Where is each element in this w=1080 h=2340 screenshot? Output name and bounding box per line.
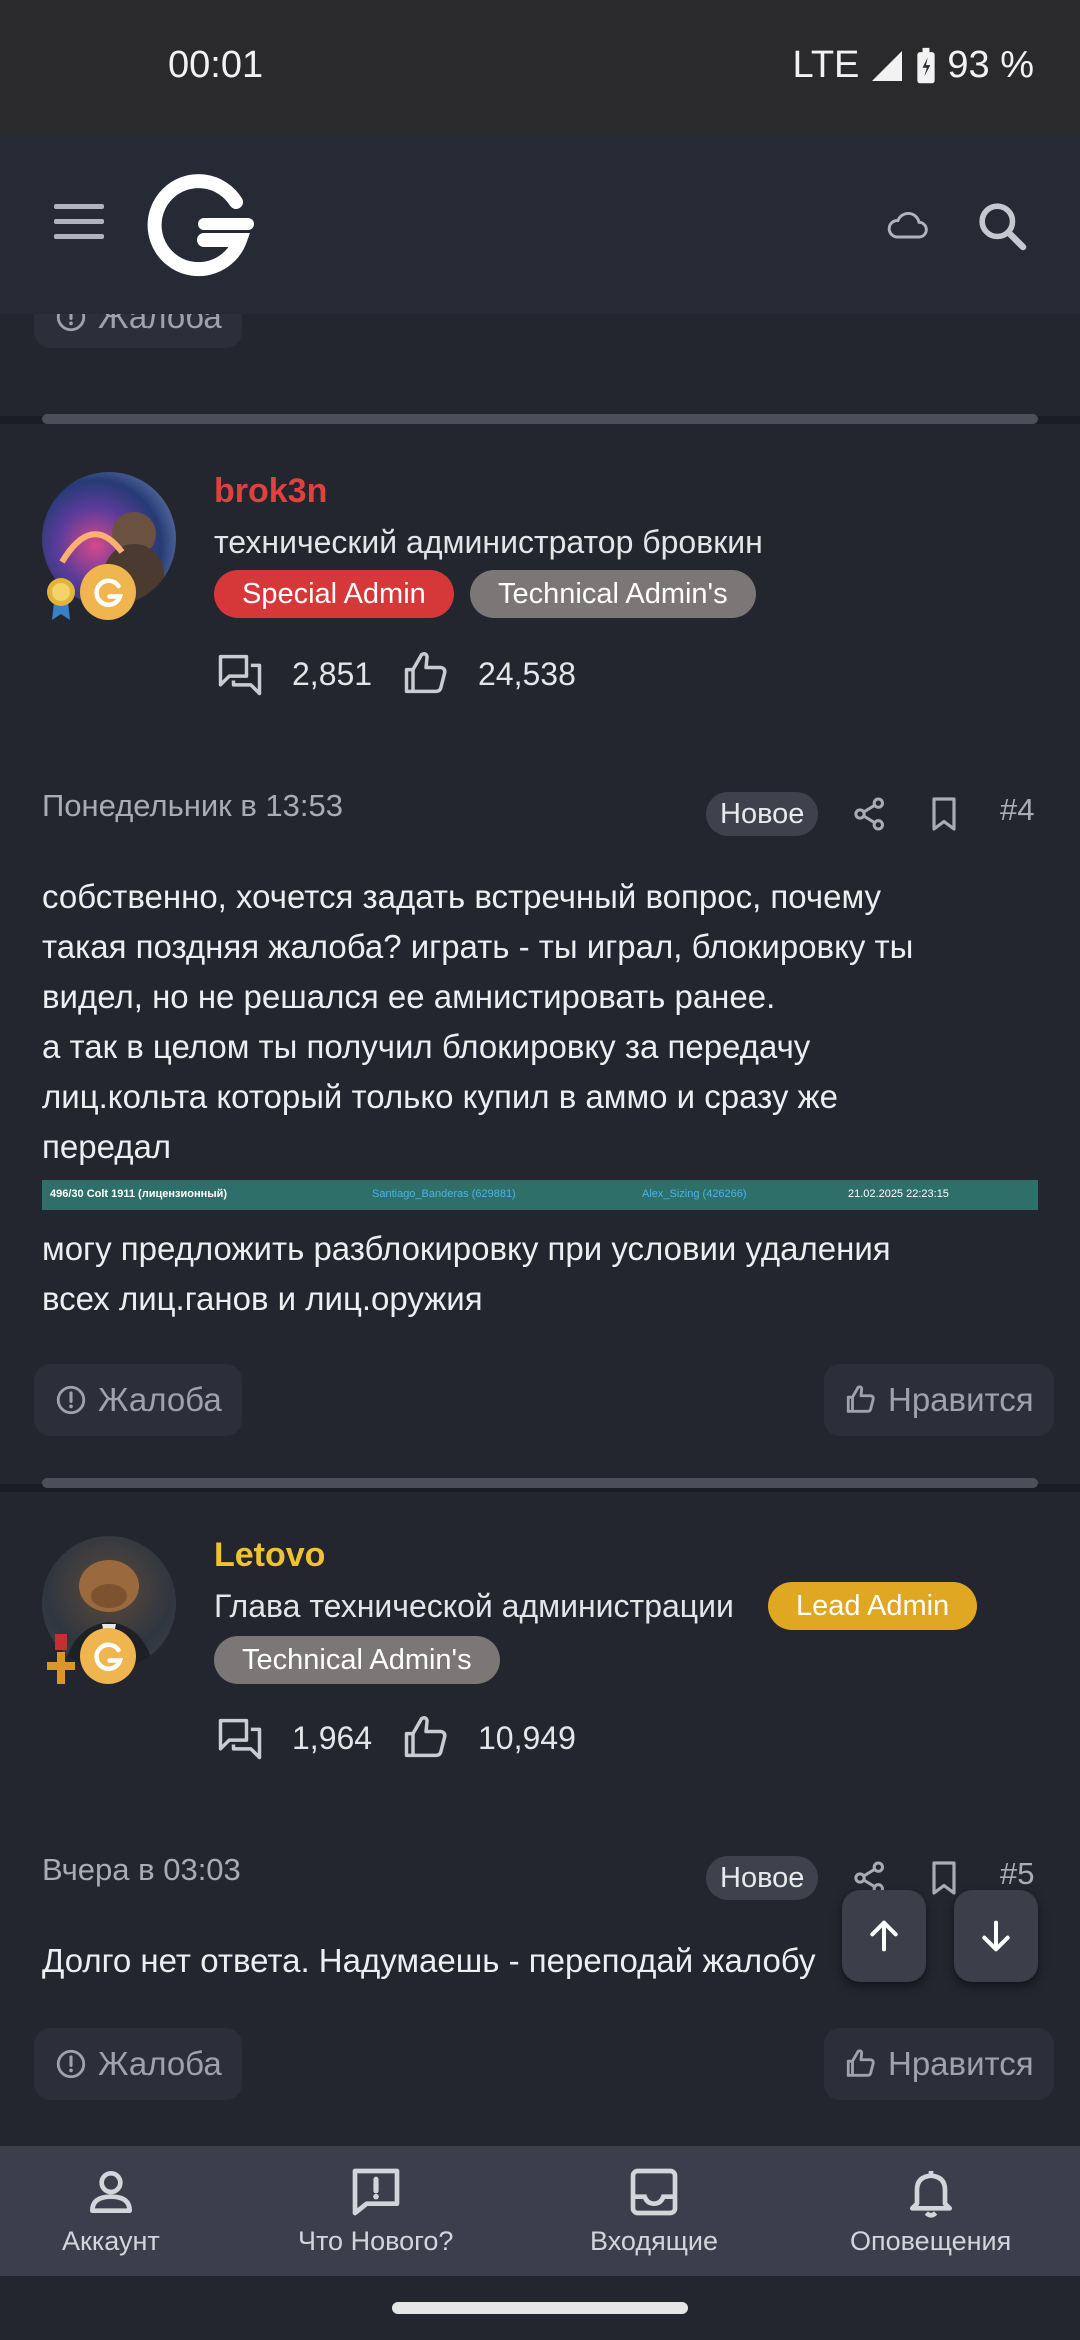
network-label: LTE: [792, 44, 860, 86]
user-tag: Special Admin: [214, 570, 454, 618]
status-right: LTE 93 %: [793, 44, 1035, 87]
post-text-line: передал: [42, 1128, 172, 1165]
thumbs-up-icon: [404, 652, 447, 694]
battery-label: 93 %: [947, 44, 1034, 86]
complaint-button[interactable]: Жалоба: [34, 2028, 242, 2100]
like-label: Нравится: [888, 2045, 1034, 2082]
gesture-handle[interactable]: [392, 2302, 688, 2314]
post-text-line: а так в целом ты получил блокировку за п…: [42, 1028, 811, 1065]
attachment-cell: Santiago_Banderas (629881): [372, 1188, 516, 1200]
share-icon[interactable]: [850, 794, 890, 834]
nav-inbox[interactable]: Входящие: [590, 2164, 718, 2257]
signal-icon: [872, 50, 903, 81]
complaint-label: Жалоба: [98, 1381, 222, 1418]
reactions-value: 24,538: [478, 655, 576, 692]
post-number[interactable]: #5: [1000, 1856, 1034, 1892]
thumbs-up-icon: [846, 2049, 875, 2077]
messages-value: 2,851: [292, 655, 373, 692]
post-text-line: собственно, хочется задать встречный воп…: [42, 878, 882, 915]
nav-account[interactable]: Аккаунт: [62, 2164, 160, 2257]
alert-circle-icon: [56, 314, 86, 332]
post-divider: [42, 414, 1038, 424]
whats-new-icon: [352, 2168, 400, 2216]
alert-circle-icon: [56, 1385, 86, 1415]
app-bar: [0, 136, 1080, 314]
nav-notifications[interactable]: Оповещения: [850, 2164, 1011, 2257]
attachment-cell: 496/30 Colt 1911 (лицензионный): [50, 1188, 228, 1200]
search-icon[interactable]: [974, 198, 1030, 254]
attachment-cell: Alex_Sizing (426266): [642, 1188, 747, 1200]
user-tag: Technical Admin's: [214, 1636, 500, 1684]
reactions-value: 10,949: [478, 1719, 576, 1756]
nav-label: Аккаунт: [62, 2226, 160, 2256]
complaint-label: Жалоба: [98, 314, 222, 335]
site-badge-icon: [80, 564, 136, 620]
post-number[interactable]: #4: [1000, 792, 1034, 828]
post-body: собственно, хочется задать встречный воп…: [42, 872, 1042, 1172]
post-text-line: могу предложить разблокировку при услови…: [42, 1230, 891, 1267]
arrow-up-icon: [870, 1920, 898, 1952]
reaction-count: 10,949: [400, 1712, 576, 1764]
like-label: Нравится: [888, 1381, 1034, 1418]
menu-icon[interactable]: [54, 204, 104, 244]
nav-label: Входящие: [590, 2226, 719, 2256]
messages-icon: [218, 654, 262, 696]
post-text-line: всех лиц.ганов и лиц.оружия: [42, 1280, 483, 1317]
battery-icon: [917, 47, 936, 83]
nav-label: Что Нового?: [298, 2226, 454, 2256]
new-badge: Новое: [706, 792, 819, 836]
messages-icon: [218, 1718, 262, 1760]
medal-icon: [47, 578, 75, 620]
reaction-count: 24,538: [400, 648, 576, 700]
new-badge: Новое: [706, 1856, 819, 1900]
user-tag: Technical Admin's: [470, 570, 756, 618]
post-divider: [42, 1478, 1038, 1488]
post-text-line: видел, но не решался ее амнистировать ра…: [42, 978, 776, 1015]
attachment-image[interactable]: 496/30 Colt 1911 (лицензионный) Santiago…: [42, 1180, 1038, 1210]
arrow-down-icon: [982, 1920, 1010, 1952]
message-count: 2,851: [214, 648, 372, 700]
cloud-icon[interactable]: [886, 204, 930, 248]
post-text-line: такая поздняя жалоба? играть - ты играл,…: [42, 928, 914, 965]
nav-label: Оповещения: [850, 2226, 1012, 2256]
username[interactable]: brok3n: [214, 472, 327, 511]
post-body-continued: могу предложить разблокировку при услови…: [42, 1224, 1042, 1324]
complaint-button[interactable]: Жалоба: [34, 314, 242, 348]
post-text-line: лиц.кольта который только купил в аммо и…: [42, 1078, 838, 1115]
user-tag: Lead Admin: [768, 1582, 978, 1630]
scroll-up-button[interactable]: [842, 1890, 926, 1982]
account-icon: [89, 2171, 132, 2213]
bottom-navigation: Аккаунт Что Нового? Входящие Оповещения: [0, 2146, 1080, 2276]
username[interactable]: Letovo: [214, 1536, 325, 1575]
user-title: технический администратор бровкин: [214, 524, 763, 560]
nav-whats-new[interactable]: Что Нового?: [298, 2164, 453, 2257]
like-button[interactable]: Нравится: [824, 1364, 1054, 1436]
gesture-area: [0, 2276, 1080, 2340]
complaint-label: Жалоба: [98, 2045, 222, 2082]
bell-icon: [909, 2171, 952, 2218]
attachment-cell: 21.02.2025 22:23:15: [848, 1188, 949, 1200]
complaint-button[interactable]: Жалоба: [34, 1364, 242, 1436]
message-count: 1,964: [214, 1712, 372, 1764]
thumbs-up-icon: [846, 1385, 875, 1413]
status-time: 00:01: [168, 44, 264, 86]
alert-circle-icon: [56, 2049, 86, 2079]
bookmark-icon[interactable]: [924, 794, 964, 834]
site-badge-icon: [80, 1628, 136, 1684]
user-title: Глава технической администрации: [214, 1588, 734, 1624]
post-date[interactable]: Вчера в 03:03: [42, 1852, 241, 1888]
scroll-down-button[interactable]: [954, 1890, 1038, 1982]
thumbs-up-icon: [404, 1716, 447, 1758]
site-logo[interactable]: [144, 166, 256, 278]
bookmark-icon[interactable]: [924, 1858, 964, 1898]
inbox-icon: [630, 2168, 678, 2216]
like-button[interactable]: Нравится: [824, 2028, 1054, 2100]
status-bar: 00:01 LTE 93 %: [0, 0, 1080, 136]
cross-medal-icon: [47, 1634, 75, 1684]
thread-content: Жалоба brok3n технический администратор …: [0, 314, 1080, 2146]
messages-value: 1,964: [292, 1719, 373, 1756]
post-date[interactable]: Понедельник в 13:53: [42, 788, 343, 824]
